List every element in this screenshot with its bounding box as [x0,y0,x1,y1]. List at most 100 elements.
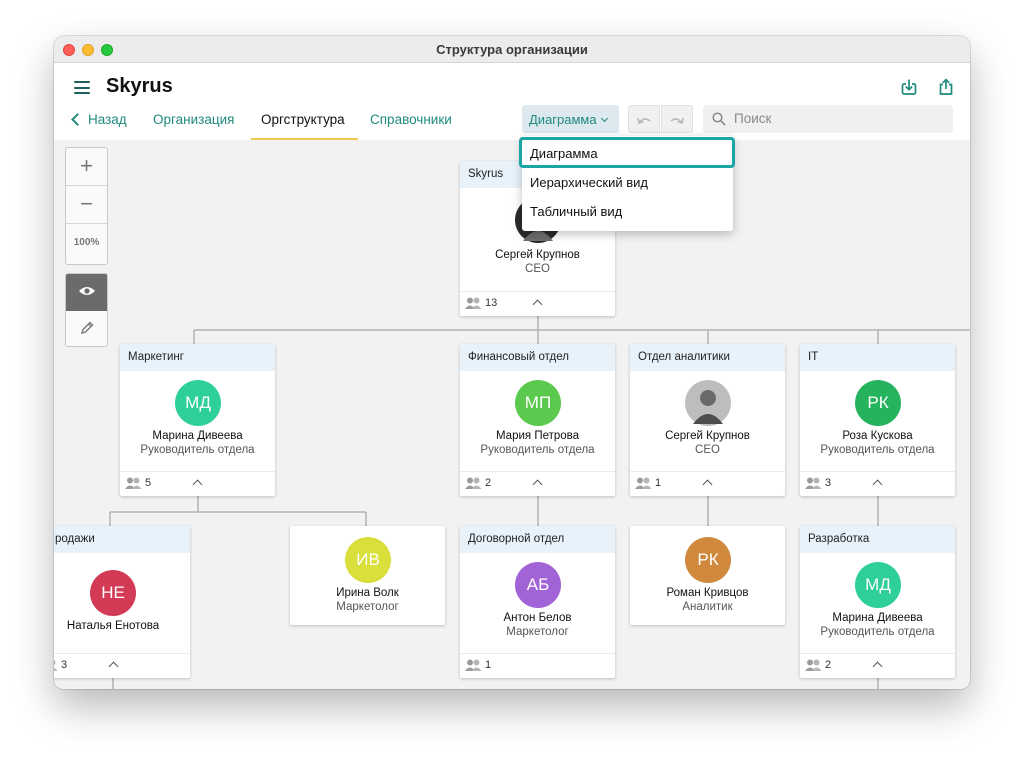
org-card-krivtsov[interactable]: РК Роман Кривцов Аналитик [630,526,785,625]
org-card-contract[interactable]: Договорной отдел АБ Антон Белов Маркетол… [460,526,615,678]
org-card-it[interactable]: IT РК Роза Кускова Руководитель отдела 3 [800,344,955,496]
card-person-name: Мария Петрова [495,430,580,442]
back-link[interactable]: Назад [71,112,127,140]
card-person-name: Антон Белов [503,612,572,624]
card-person-role: Руководитель отдела [140,444,255,456]
avatar-initials: МД [175,380,221,426]
employee-count: 3 [805,477,831,489]
avatar-initials: АБ [515,562,561,608]
card-person-name: Наталья Енотова [66,620,160,632]
people-icon [465,297,482,309]
view-select[interactable]: Диаграмма [522,105,619,133]
card-footer: 3 [800,471,955,496]
zoom-controls: + − 100% [65,147,108,265]
app-name: Skyrus [106,75,173,97]
search-placeholder: Поиск [734,111,772,126]
view-dropdown-menu: Диаграмма Иерархический вид Табличный ви… [519,136,735,231]
collapse-icon[interactable] [192,479,203,490]
people-icon [635,477,652,489]
card-footer: 3 [54,653,190,678]
zoom-in-button[interactable]: + [66,148,107,186]
card-person-name: Ирина Волк [336,587,399,599]
employee-count: 2 [465,477,491,489]
collapse-icon[interactable] [532,479,543,490]
card-dept-title: Финансовый отдел [460,344,615,371]
card-person-role: Руководитель отдела [820,626,935,638]
card-person-role: Аналитик [682,601,733,613]
employee-count: 1 [465,659,491,671]
people-icon [54,659,58,671]
people-icon [125,477,142,489]
avatar-initials: МП [515,380,561,426]
card-footer: 1 [460,653,615,678]
menu-item-table[interactable]: Табличный вид [530,204,622,219]
chevron-left-icon [71,113,84,126]
avatar-initials: РК [855,380,901,426]
employee-count: 5 [125,477,151,489]
org-card-marketing[interactable]: Маркетинг МД Марина Дивеева Руководитель… [120,344,275,496]
app-window: Структура организации Skyrus Назад Орган… [54,36,970,689]
people-icon [465,477,482,489]
card-dept-title: IT [800,344,955,371]
collapse-icon[interactable] [872,661,883,672]
org-card-analytics[interactable]: Отдел аналитики Сергей Крупнов CEO 1 [630,344,785,496]
eye-icon [78,287,95,295]
people-icon [805,659,822,671]
tab-organization[interactable]: Организация [153,112,234,140]
card-person-role: Маркетолог [506,626,569,638]
menu-item-hierarchy[interactable]: Иерархический вид [530,175,648,190]
mode-controls [65,273,108,347]
card-person-role: Руководитель отдела [480,444,595,456]
card-footer: 2 [460,471,615,496]
employee-count: 1 [635,477,661,489]
org-card-sales[interactable]: родажи НЕ Наталья Енотова 3 [54,526,190,678]
employee-count: 3 [54,659,67,671]
card-person-name: Сергей Крупнов [495,249,580,261]
zoom-out-button[interactable]: − [66,186,107,224]
view-mode-button[interactable] [66,274,107,311]
employee-count: 13 [465,297,497,309]
org-card-dev[interactable]: Разработка МД Марина Дивеева Руководител… [800,526,955,678]
avatar-initials: ИВ [345,537,391,583]
card-person-role: Маркетолог [336,601,399,613]
collapse-icon[interactable] [872,479,883,490]
undo-icon [637,117,651,125]
undo-button[interactable] [628,105,660,133]
avatar-initials: НЕ [90,570,136,616]
card-person-role: CEO [525,263,550,275]
download-icon[interactable] [900,78,918,96]
org-card-finance[interactable]: Финансовый отдел МП Мария Петрова Руково… [460,344,615,496]
chevron-down-icon [600,114,608,123]
tab-directories[interactable]: Справочники [370,112,452,140]
org-card-volk[interactable]: ИВ Ирина Волк Маркетолог [290,526,445,625]
search-icon [712,112,726,126]
zoom-level-button[interactable]: 100% [66,224,107,262]
back-label: Назад [88,112,127,127]
org-chart-canvas[interactable]: + − 100% Skyrus Сергей Крупнов CEO 13 Ма… [54,140,970,689]
redo-button[interactable] [661,105,693,133]
collapse-icon[interactable] [532,299,543,310]
edit-mode-button[interactable] [66,311,107,346]
card-footer: 1 [630,471,785,496]
menu-item-diagram[interactable]: Диаграмма [530,146,598,161]
menu-icon[interactable] [74,81,90,94]
card-footer: 13 [460,291,615,316]
people-icon [465,659,482,671]
card-dept-title: Договорной отдел [460,526,615,553]
card-dept-title: Разработка [800,526,955,553]
card-dept-title: Отдел аналитики [630,344,785,371]
tab-org-structure[interactable]: Оргструктура [251,112,358,140]
collapse-icon[interactable] [702,479,713,490]
redo-icon [670,117,684,125]
share-icon[interactable] [937,78,955,96]
search-input[interactable]: Поиск [703,105,953,133]
people-icon [805,477,822,489]
card-dept-title: родажи [54,526,190,553]
employee-count: 2 [805,659,831,671]
card-person-role: CEO [695,444,720,456]
card-person-name: Роза Кускова [842,430,913,442]
card-footer: 2 [800,653,955,678]
window-title: Структура организации [436,42,588,57]
nav-bar: Назад Организация Оргструктура Справочни… [54,105,970,140]
collapse-icon[interactable] [108,661,119,672]
